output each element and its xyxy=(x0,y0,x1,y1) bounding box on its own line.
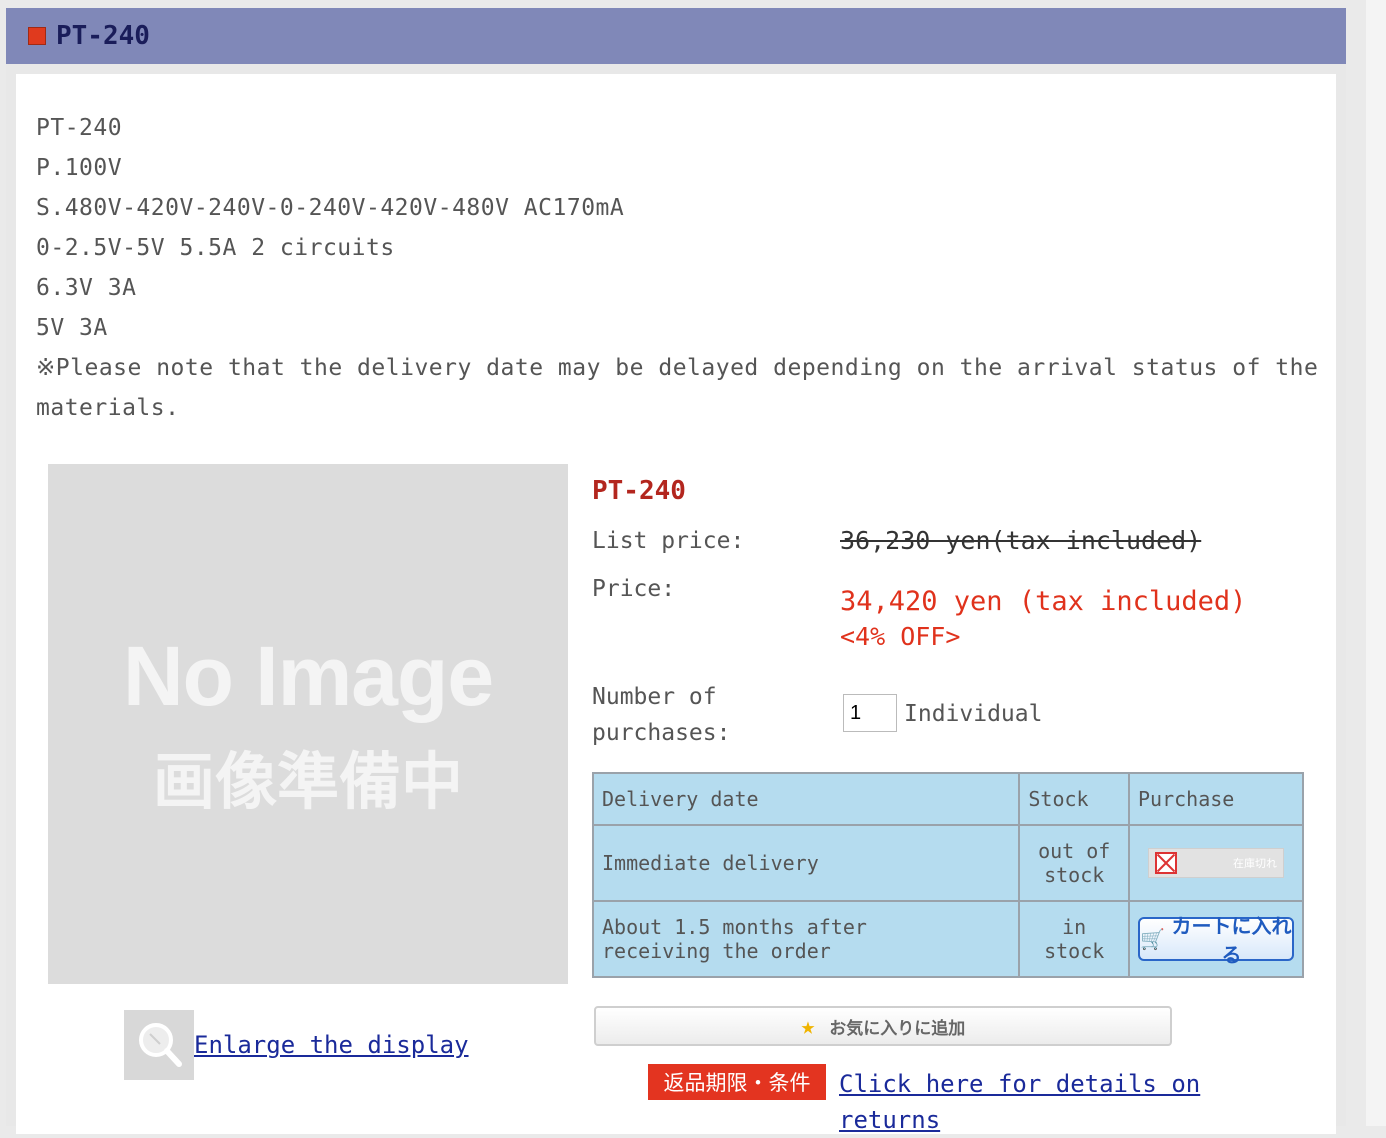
stock-text: stock xyxy=(1044,863,1105,887)
desc-note: ※Please note that the delivery date may … xyxy=(36,355,1333,421)
delivery-cell: About 1.5 months after receiving the ord… xyxy=(591,900,1021,978)
col-delivery-date: Delivery date xyxy=(591,772,1021,826)
stock-cell: in stock xyxy=(1018,900,1130,978)
stock-table: Delivery date Stock Purchase Immediate d… xyxy=(591,772,1304,978)
purchase-cell: 🛒 カートに入れる xyxy=(1128,900,1304,978)
desc-line: PT-240 xyxy=(36,115,123,141)
stock-text: out of xyxy=(1038,839,1111,863)
stock-text: in xyxy=(1062,915,1087,939)
sold-out-button: 在庫切れ xyxy=(1148,848,1284,878)
list-price-label: List price: xyxy=(592,528,745,554)
purchase-cell: 在庫切れ xyxy=(1128,824,1304,902)
quantity-input[interactable] xyxy=(843,694,897,732)
cross-icon xyxy=(1155,852,1177,874)
star-icon: ★ xyxy=(800,1012,816,1040)
magnifier-icon[interactable] xyxy=(124,1010,194,1080)
desc-line: P.100V xyxy=(36,155,123,181)
quantity-label-2: purchases: xyxy=(592,720,731,746)
product-description: PT-240 P.100V S.480V-420V-240V-0-240V-42… xyxy=(36,108,1326,428)
add-to-cart-label: カートに入れる xyxy=(1171,914,1292,967)
add-to-cart-button[interactable]: 🛒 カートに入れる xyxy=(1138,914,1294,967)
desc-line: S.480V-420V-240V-0-240V-420V-480V AC170m… xyxy=(36,195,625,221)
price-label: Price: xyxy=(592,576,676,602)
stock-cell: out of stock xyxy=(1018,824,1130,902)
square-bullet-icon xyxy=(28,27,46,45)
product-name: PT-240 xyxy=(592,476,686,506)
discount-badge: <4% OFF> xyxy=(840,622,961,651)
favorites-label: お気に入りに追加 xyxy=(829,1018,966,1039)
desc-line: 5V 3A xyxy=(36,315,108,341)
col-stock: Stock xyxy=(1018,772,1130,826)
stock-text: stock xyxy=(1044,939,1105,963)
sold-out-label: 在庫切れ xyxy=(1233,857,1277,870)
add-to-favorites-button[interactable]: ★ お気に入りに追加 xyxy=(594,1006,1172,1046)
delivery-cell: Immediate delivery xyxy=(591,824,1021,902)
col-purchase: Purchase xyxy=(1128,772,1304,826)
table-header-row: Delivery date Stock Purchase xyxy=(591,772,1304,826)
enlarge-display-link[interactable]: Enlarge the display xyxy=(194,1031,469,1059)
desc-line: 0-2.5V-5V 5.5A 2 circuits xyxy=(36,235,395,261)
table-row: About 1.5 months after receiving the ord… xyxy=(591,900,1304,978)
price-value: 34,420 yen (tax included) xyxy=(840,586,1247,617)
enlarge-control[interactable]: Enlarge the display xyxy=(124,1010,469,1080)
product-section: PT-240 PT-240 P.100V S.480V-420V-240V-0-… xyxy=(6,8,1346,1134)
returns-badge: 返品期限・条件 xyxy=(648,1064,826,1100)
product-panel: PT-240 P.100V S.480V-420V-240V-0-240V-42… xyxy=(16,74,1336,1134)
preparing-text: 画像準備中 xyxy=(152,744,463,818)
returns-details-link[interactable]: Click here for details on returns xyxy=(839,1066,1259,1138)
quantity-label: Number of xyxy=(592,684,717,710)
delivery-text: About 1.5 months after xyxy=(602,915,867,939)
no-image-text: No Image xyxy=(122,628,494,723)
delivery-text: receiving the order xyxy=(602,939,831,963)
scrollbar-track[interactable] xyxy=(1366,0,1386,1126)
desc-line: 6.3V 3A xyxy=(36,275,137,301)
table-row: Immediate delivery out of stock 在庫切れ xyxy=(591,824,1304,902)
quantity-unit: Individual xyxy=(904,701,1043,727)
section-title: PT-240 xyxy=(56,21,150,51)
section-header: PT-240 xyxy=(6,8,1346,64)
product-image-placeholder: No Image 画像準備中 xyxy=(48,464,568,984)
cart-icon: 🛒 xyxy=(1140,927,1165,951)
list-price-value: 36,230 yen(tax included) xyxy=(840,526,1202,555)
